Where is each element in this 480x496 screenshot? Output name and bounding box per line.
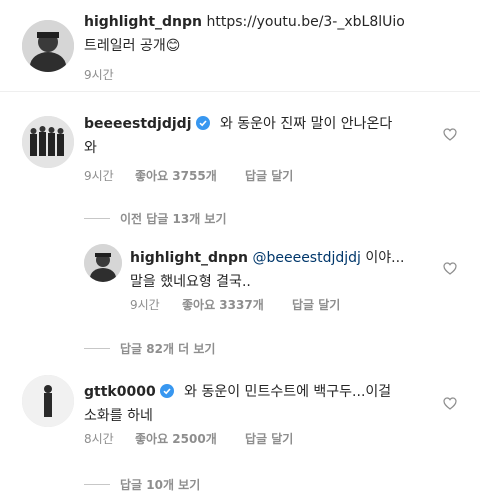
verified-badge-icon bbox=[195, 116, 210, 130]
like-heart-icon[interactable] bbox=[443, 128, 457, 141]
comment1-reply-button[interactable]: 답글 달기 bbox=[245, 167, 293, 184]
caption-text: highlight_dnpn https://youtu.be/3-_xbL8l… bbox=[84, 10, 474, 58]
reply1-username[interactable]: highlight_dnpn bbox=[130, 250, 248, 266]
view-replies-line bbox=[84, 484, 110, 485]
avatar-highlight-dnpn-caption[interactable] bbox=[22, 20, 74, 72]
avatar-image bbox=[22, 375, 74, 427]
like-heart-icon[interactable] bbox=[443, 397, 457, 410]
comment1-text: beeeestdjdjdj 와 동운아 진짜 말이 안나온다 와 bbox=[84, 112, 434, 160]
comment1-likes-label: 좋아요 3755개 bbox=[135, 169, 217, 183]
comment2-body-line2: 소화를 하네 bbox=[84, 408, 153, 424]
caption-body: 트레일러 공개😊 bbox=[84, 38, 181, 54]
comment1-username[interactable]: beeeestdjdjdj bbox=[84, 116, 192, 132]
avatar-highlight-dnpn-reply[interactable] bbox=[84, 244, 122, 282]
view-previous-replies-button[interactable]: 이전 답글 13개 보기 bbox=[120, 210, 227, 227]
reply1-likes[interactable]: 좋아요 3337개 bbox=[182, 296, 264, 313]
comment2-reply-button[interactable]: 답글 달기 bbox=[245, 430, 293, 447]
comment2-likes-label: 좋아요 2500개 bbox=[135, 432, 217, 446]
reply1-reply-label: 답글 달기 bbox=[292, 298, 341, 312]
comment1-body-line1: 와 동운아 진짜 말이 안나온다 bbox=[219, 116, 393, 132]
comment2-time: 8시간 bbox=[84, 432, 114, 446]
view-replies-line bbox=[84, 348, 110, 349]
avatar-image bbox=[22, 116, 74, 168]
reply1-mention[interactable]: @beeeestdjdjdj bbox=[252, 250, 360, 266]
avatar-image bbox=[22, 20, 74, 72]
caption-time: 9시간 bbox=[84, 68, 114, 82]
caption-link[interactable]: https://youtu.be/3-_xbL8lUio bbox=[206, 14, 404, 30]
comment2-username[interactable]: gttk0000 bbox=[84, 384, 156, 400]
reply1-body-line1: 이야... bbox=[365, 250, 405, 266]
caption-username[interactable]: highlight_dnpn bbox=[84, 14, 202, 30]
view-replies-button[interactable]: 답글 10개 보기 bbox=[120, 476, 200, 493]
comment1-time: 9시간 bbox=[84, 169, 114, 183]
comment1-body-line2: 와 bbox=[84, 140, 97, 156]
reply1-text: highlight_dnpn @beeeestdjdjdj 이야... 말을 했… bbox=[130, 246, 436, 294]
comment2-body-line1: 와 동운이 민트수트에 백구두...이걸 bbox=[184, 384, 392, 400]
comment1-reply-label: 답글 달기 bbox=[245, 169, 294, 183]
reply1-body-line2: 말을 했네요형 결국.. bbox=[130, 274, 251, 290]
view-more-replies-button[interactable]: 답글 82개 더 보기 bbox=[120, 340, 215, 357]
divider bbox=[0, 91, 480, 92]
like-heart-icon[interactable] bbox=[443, 262, 457, 275]
reply1-time: 9시간 bbox=[130, 298, 160, 312]
view-replies-line bbox=[84, 218, 110, 219]
comment2-likes[interactable]: 좋아요 2500개 bbox=[135, 430, 217, 447]
comment2-reply-label: 답글 달기 bbox=[245, 432, 294, 446]
reply1-reply-button[interactable]: 답글 달기 bbox=[292, 296, 340, 313]
avatar-beeeestdjdjdj[interactable] bbox=[22, 116, 74, 168]
comment1-likes[interactable]: 좋아요 3755개 bbox=[135, 167, 217, 184]
avatar-image bbox=[84, 244, 122, 282]
avatar-gttk0000[interactable] bbox=[22, 375, 74, 427]
comment2-text: gttk0000 와 동운이 민트수트에 백구두...이걸 소화를 하네 bbox=[84, 380, 434, 428]
reply1-likes-label: 좋아요 3337개 bbox=[182, 298, 264, 312]
verified-badge-icon bbox=[159, 384, 174, 398]
